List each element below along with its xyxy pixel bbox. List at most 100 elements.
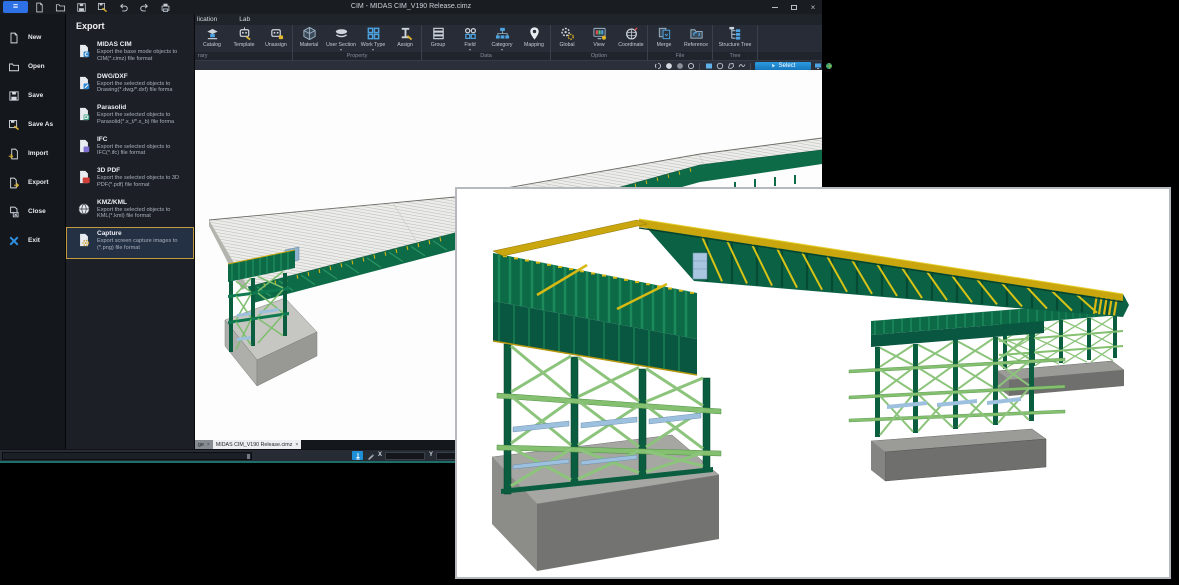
merge-icon: [657, 26, 672, 41]
menu-item-import[interactable]: Import: [0, 139, 65, 168]
export-item-desc: Export the selected objects to Drawing(*…: [97, 81, 191, 94]
ribbon-button-mapping[interactable]: Mapping: [518, 25, 550, 52]
dropdown-arrow-icon: ▾: [501, 48, 503, 51]
undo-icon: [118, 2, 129, 13]
ribbon-group-tree: Structure TreeTree: [713, 25, 758, 60]
menu-item-save[interactable]: Save: [0, 81, 65, 110]
open-button[interactable]: [54, 1, 66, 13]
ribbon-button-label: Reference: [684, 42, 708, 48]
app-menu-button[interactable]: ≡: [3, 1, 28, 13]
group-icon: [431, 26, 446, 41]
cursor-icon: [771, 63, 776, 69]
redo-button[interactable]: [138, 1, 150, 13]
export-item-dwg-dxf[interactable]: DWG/DXFExport the selected objects to Dr…: [66, 70, 194, 102]
ribbon-button-coordinate[interactable]: Coordinate: [615, 25, 647, 52]
ribbon-button-merge[interactable]: Merge: [648, 25, 680, 52]
ribbon-tab-lab[interactable]: Lab: [239, 14, 250, 25]
export-item-text: KMZ/KMLExport the selected objects to KM…: [97, 199, 191, 227]
window-controls: ×: [770, 0, 818, 14]
menu-item-label: Open: [28, 63, 45, 70]
doc-close-icon: [8, 206, 20, 218]
document-tab-midas-cim-v190-release-cimz[interactable]: MIDAS CIM_V190 Release.cimz×: [213, 440, 301, 449]
reference-icon: [689, 26, 704, 41]
edit-coordinate-button[interactable]: [365, 451, 376, 460]
globe-icon: [77, 201, 91, 217]
save-as-icon: [97, 2, 108, 13]
export-item-capture[interactable]: CaptureExport screen capture images to (…: [66, 227, 194, 259]
menu-item-open[interactable]: Open: [0, 52, 65, 81]
save-as-button[interactable]: [96, 1, 108, 13]
capture-preview-image: [457, 189, 1169, 577]
export-item-desc: Export the selected objects to 3D PDF(*.…: [97, 175, 191, 188]
document-tab-ge[interactable]: ge×: [195, 440, 213, 449]
ribbon-button-field[interactable]: Field▾: [454, 25, 486, 52]
ribbon-button-material[interactable]: Material: [293, 25, 325, 52]
export-item-title: 3D PDF: [97, 167, 191, 175]
menu-item-close[interactable]: Close: [0, 197, 65, 226]
select-button[interactable]: Select: [755, 62, 811, 70]
open-icon: [55, 2, 66, 13]
tab-close-icon[interactable]: ×: [207, 442, 210, 448]
doc-import-icon: [8, 148, 20, 160]
ribbon-button-structure-tree[interactable]: Structure Tree: [713, 25, 757, 52]
ribbon-button-template[interactable]: Template: [228, 25, 260, 52]
ribbon-button-catalog[interactable]: Catalog: [196, 25, 228, 52]
ribbon-button-work-type[interactable]: Work Type▾: [357, 25, 389, 52]
ribbon-button-label: Material: [300, 42, 318, 48]
ribbon-group-property: MaterialUser Section▾Work Type▾AssignPro…: [293, 25, 422, 60]
minimize-button[interactable]: [770, 2, 780, 12]
new-button[interactable]: [33, 1, 45, 13]
ribbon-tab-lication[interactable]: lication: [197, 14, 217, 25]
ribbon-group-option: GlobalViewCoordinateOption: [551, 25, 648, 60]
toolbar-separator: [699, 63, 700, 70]
ribbon-button-label: Merge: [657, 42, 672, 48]
floppy-icon: [8, 90, 20, 102]
ribbon-button-unassign[interactable]: Unassign: [260, 25, 292, 52]
export-item-midas-cim[interactable]: MIDAS CIMExport the base mode objects to…: [66, 38, 194, 70]
print-button[interactable]: [159, 1, 171, 13]
ribbon-button-assign[interactable]: Assign: [389, 25, 421, 52]
export-item-ifc[interactable]: IFCExport the selected objects to IFC(*.…: [66, 133, 194, 165]
ribbon-button-category[interactable]: Category▾: [486, 25, 518, 52]
menu-item-new[interactable]: New: [0, 23, 65, 52]
mini-globe-button[interactable]: [824, 62, 833, 71]
floppy-pen-icon: [8, 119, 20, 131]
global-icon: [560, 26, 575, 41]
ribbon-button-global[interactable]: Global: [551, 25, 583, 52]
ribbon-button-user-section[interactable]: User Section▾: [325, 25, 357, 52]
document-tab-label: ge: [198, 442, 204, 448]
export-item-3d-pdf[interactable]: 3D PDFExport the selected objects to 3D …: [66, 164, 194, 196]
menu-item-export[interactable]: Export: [0, 168, 65, 197]
save-button[interactable]: [75, 1, 87, 13]
circle-select-icon: [716, 62, 724, 70]
restore-button[interactable]: [789, 2, 799, 12]
catalog-icon: [205, 26, 220, 41]
ribbon-button-label: Group: [431, 42, 445, 48]
status-message-well: [2, 452, 252, 460]
export-item-text: CaptureExport screen capture images to (…: [97, 230, 191, 258]
view-icon: [592, 26, 607, 41]
ribbon-group-label: File: [648, 52, 712, 60]
shade-notch-icon: [654, 62, 662, 70]
well-scroll-handle[interactable]: [247, 454, 250, 459]
polygon-select-icon: [727, 62, 735, 70]
menu-item-exit[interactable]: Exit: [0, 226, 65, 255]
menu-item-label: Exit: [28, 237, 40, 244]
export-item-parasolid[interactable]: ParasolidExport the selected objects to …: [66, 101, 194, 133]
snap-toggle-button[interactable]: [352, 451, 363, 460]
close-button[interactable]: ×: [808, 2, 818, 12]
x-coordinate-input[interactable]: [385, 452, 425, 460]
menu-item-save-as[interactable]: Save As: [0, 110, 65, 139]
unassign-icon: [269, 26, 284, 41]
export-item-kmz-kml[interactable]: KMZ/KMLExport the selected objects to KM…: [66, 196, 194, 228]
user-section-icon: [334, 26, 349, 41]
ribbon-button-view[interactable]: View: [583, 25, 615, 52]
doc-dwg-icon: [77, 75, 91, 91]
ribbon-button-reference[interactable]: Reference: [680, 25, 712, 52]
tab-close-icon[interactable]: ×: [295, 442, 298, 448]
ribbon-button-group[interactable]: Group: [422, 25, 454, 52]
ribbon-button-label: Mapping: [524, 42, 544, 48]
undo-button[interactable]: [117, 1, 129, 13]
mini-globe-icon: [825, 62, 833, 70]
doc-capture-icon: [77, 232, 91, 248]
